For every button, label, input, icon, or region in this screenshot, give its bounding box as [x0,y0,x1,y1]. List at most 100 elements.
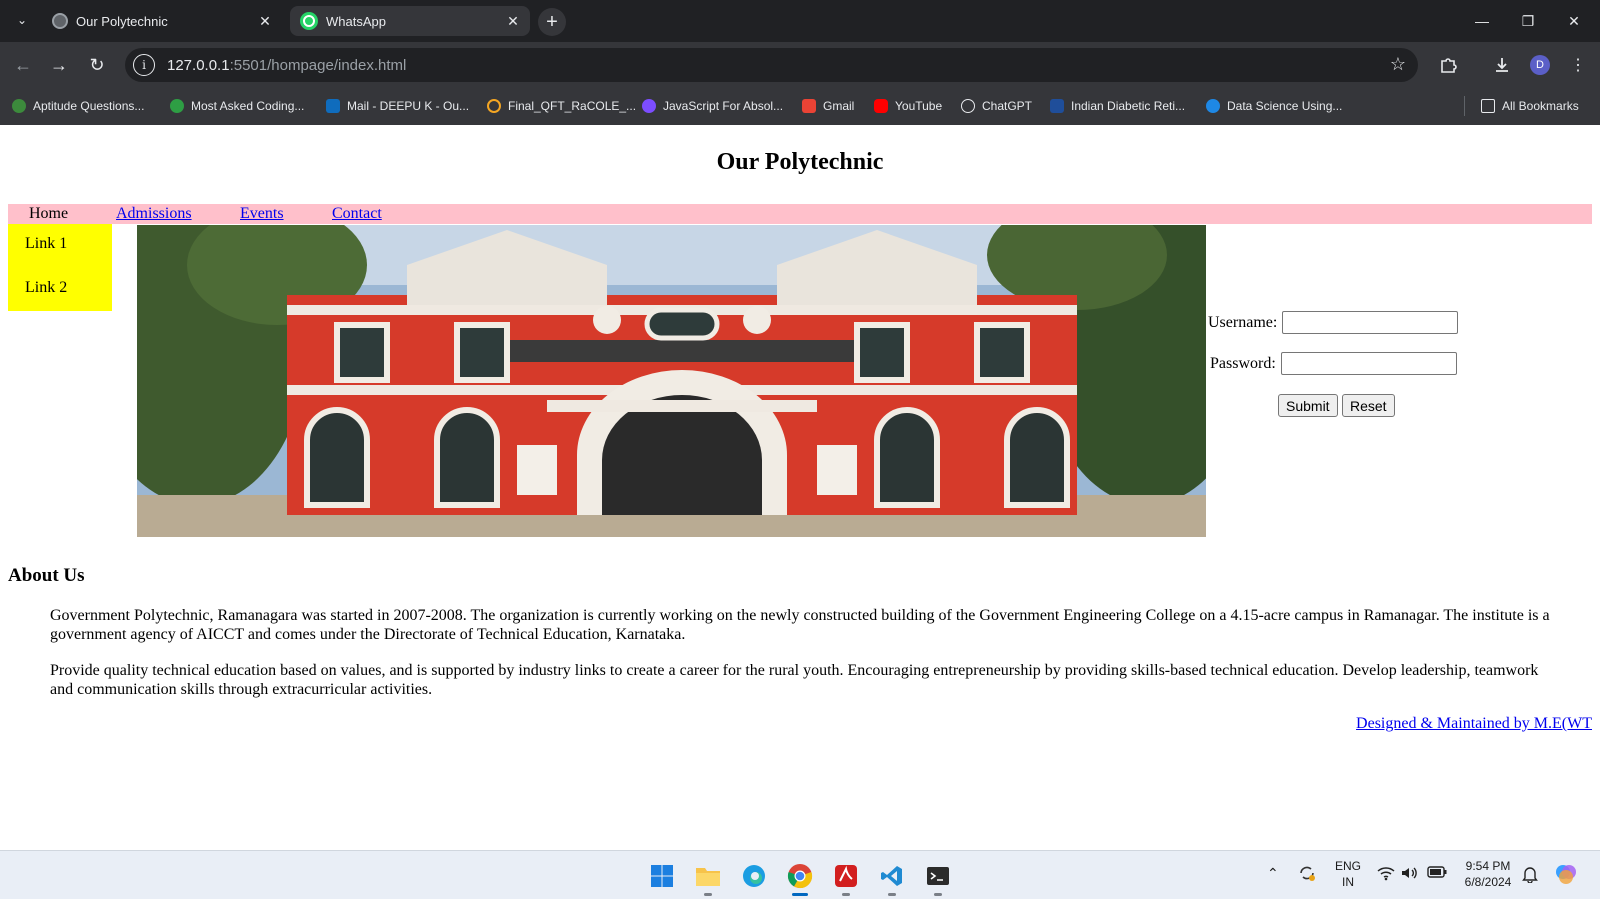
folder-icon [1481,99,1495,113]
bookmark-star-icon[interactable]: ☆ [1390,54,1406,75]
infinity-favicon-icon [487,99,501,113]
bookmark-label: Gmail [823,99,855,113]
username-input[interactable] [1282,311,1459,334]
bookmark-label: Indian Diabetic Reti... [1071,99,1186,113]
page-title: Our Polytechnic [716,149,884,175]
bookmark-data-science[interactable]: Data Science Using... [1206,96,1342,116]
notifications-bell-icon[interactable] [1522,865,1538,886]
forward-arrow-icon[interactable]: → [44,50,74,80]
volume-icon[interactable] [1400,865,1418,884]
nav-home[interactable]: Home [29,205,68,223]
chrome-browser-icon[interactable] [784,860,816,896]
extensions-puzzle-icon[interactable] [1435,52,1461,78]
acrobat-reader-icon[interactable] [830,860,862,896]
coding-favicon-icon [170,99,184,113]
bookmark-label: Mail - DEEPU K - Ou... [347,99,470,113]
url-path: :5501/hompage/index.html [229,56,407,74]
url-host: 127.0.0.1 [167,56,230,74]
bookmark-gmail[interactable]: Gmail [802,96,854,116]
reload-icon[interactable]: ↻ [82,50,112,80]
sync-icon[interactable] [1297,863,1317,886]
active-indicator [792,893,808,896]
browser-toolbar: ← → ↻ i 127.0.0.1:5501/hompage/index.htm… [0,42,1600,88]
wifi-icon[interactable] [1377,865,1395,884]
password-label: Password: [1210,354,1276,372]
bookmark-final-qft[interactable]: Final_QFT_RaCOLE_... [487,96,636,116]
bookmark-diabetic[interactable]: Indian Diabetic Reti... [1050,96,1185,116]
close-window-icon[interactable]: ✕ [1551,6,1597,36]
tab-title: WhatsApp [326,13,386,29]
bookmark-label: ChatGPT [982,99,1033,113]
running-indicator [704,893,712,896]
reset-button[interactable]: Reset [1342,394,1395,417]
input-language-indicator[interactable]: ENG IN [1333,858,1363,890]
aptitude-favicon-icon [12,99,26,113]
gmail-favicon-icon [802,99,816,113]
password-row: Password: [1210,352,1457,375]
browser-tabstrip: ⌄ Our Polytechnic ✕ WhatsApp ✕ + — ❐ ✕ [0,0,1600,42]
nav-events-link[interactable]: Events [240,205,284,223]
bookmark-youtube[interactable]: YouTube [874,96,942,116]
downloads-icon[interactable] [1489,52,1515,78]
about-paragraph-1: Government Polytechnic, Ramanagara was s… [50,607,1550,643]
tab-title: Our Polytechnic [76,13,168,29]
bookmark-aptitude[interactable]: Aptitude Questions... [12,96,144,116]
profile-avatar[interactable]: D [1530,55,1550,75]
username-label: Username: [1208,313,1278,331]
all-bookmarks-button[interactable]: All Bookmarks [1481,96,1579,116]
battery-icon[interactable] [1427,865,1447,882]
nav-contact-link[interactable]: Contact [332,205,382,223]
globe-favicon-icon [52,13,68,29]
running-indicator [934,893,942,896]
vscode-icon[interactable] [876,860,908,896]
password-input[interactable] [1280,352,1457,375]
bookmark-label: JavaScript For Absol... [663,99,784,113]
clock-date: 6/8/2024 [1464,875,1512,889]
web-page: Our Polytechnic Home Admissions Events C… [0,125,1600,850]
bookmarks-bar: Aptitude Questions... Most Asked Coding.… [0,88,1600,125]
copilot-icon[interactable] [1554,862,1578,889]
restore-window-icon[interactable]: ❐ [1505,6,1551,36]
tab-our-polytechnic[interactable]: Our Polytechnic ✕ [42,6,282,36]
sidebar-link-1[interactable]: Link 1 [25,235,67,253]
windows-taskbar: ⌃ ENG IN 9:54 PM 6/8/2024 [0,850,1600,899]
file-explorer-icon[interactable] [692,860,724,896]
bookmark-mail[interactable]: Mail - DEEPU K - Ou... [326,96,469,116]
minimize-window-icon[interactable]: — [1459,6,1505,36]
tab-search-chevron-icon[interactable]: ⌄ [10,8,34,32]
edge-browser-icon[interactable] [738,860,770,892]
region-code: IN [1342,875,1354,889]
outlook-favicon-icon [326,99,340,113]
site-info-icon[interactable]: i [133,54,155,76]
bookmarks-divider [1464,96,1465,116]
about-paragraph-2: Provide quality technical education base… [50,662,1539,698]
show-hidden-icons-chevron-icon[interactable]: ⌃ [1267,865,1279,882]
bookmark-label: Data Science Using... [1227,99,1343,113]
windows-start-icon[interactable] [646,860,678,892]
terminal-icon[interactable] [922,860,954,896]
close-tab-icon[interactable]: ✕ [254,10,276,32]
sidebar-link-2[interactable]: Link 2 [25,279,67,297]
bookmark-label: All Bookmarks [1502,99,1579,113]
bookmark-javascript[interactable]: JavaScript For Absol... [642,96,783,116]
about-us-heading: About Us [8,565,85,586]
address-bar[interactable]: i 127.0.0.1:5501/hompage/index.html ☆ [125,48,1418,82]
bookmark-label: YouTube [895,99,943,113]
username-row: Username: [1208,311,1459,334]
bookmark-chatgpt[interactable]: ChatGPT [961,96,1032,116]
address-url[interactable]: 127.0.0.1:5501/hompage/index.html [167,57,406,74]
submit-button[interactable]: Submit [1278,394,1338,417]
top-nav-bar: Home Admissions Events Contact [8,204,1592,224]
browser-menu-kebab-icon[interactable]: ⋮ [1565,52,1591,78]
designer-credit-link[interactable]: Designed & Maintained by M.E(WT [1356,715,1592,733]
bookmark-coding[interactable]: Most Asked Coding... [170,96,304,116]
new-tab-button[interactable]: + [538,8,566,36]
bookmark-label: Final_QFT_RaCOLE_... [508,99,637,113]
close-tab-icon[interactable]: ✕ [502,10,524,32]
sidebar: Link 1 Link 2 [8,224,112,311]
nav-admissions-link[interactable]: Admissions [116,205,192,223]
back-arrow-icon[interactable]: ← [8,50,38,80]
ieee-favicon-icon [1050,99,1064,113]
tab-whatsapp[interactable]: WhatsApp ✕ [290,6,530,36]
system-clock[interactable]: 9:54 PM 6/8/2024 [1456,858,1520,890]
